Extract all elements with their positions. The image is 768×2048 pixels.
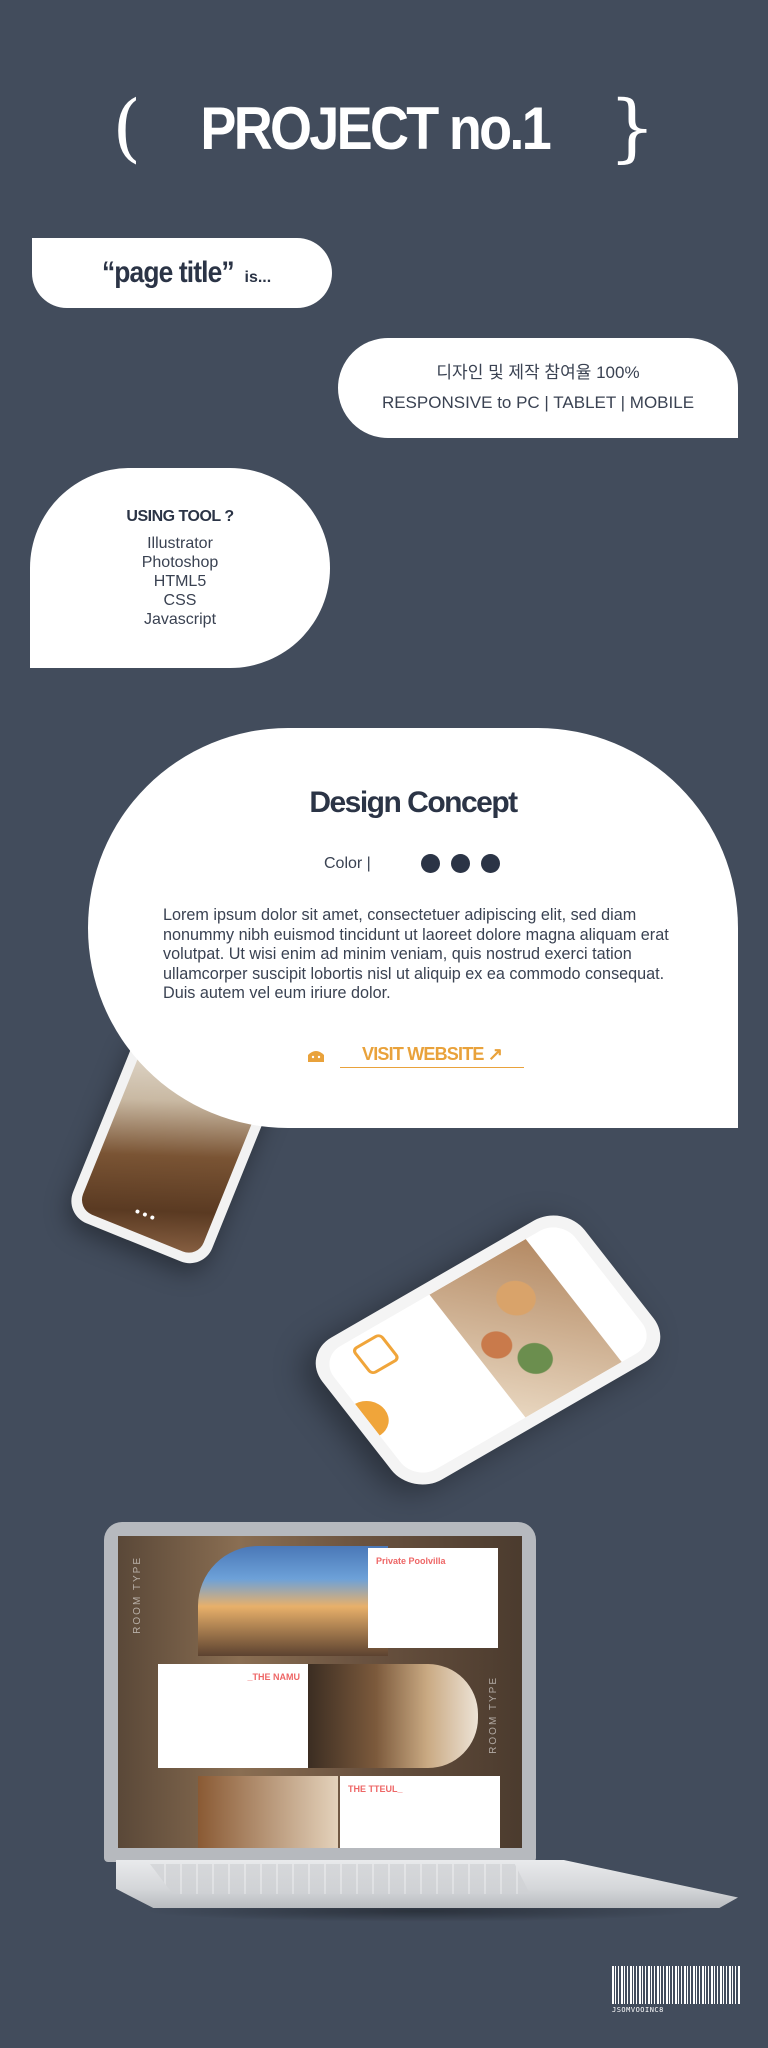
open-brace: ( [112,85,142,171]
room-type-label: ROOM TYPE [132,1556,143,1634]
design-concept-card: Design Concept Color | Lorem ipsum dolor… [88,728,738,1128]
phone-frame [301,1203,675,1497]
tteul-image [198,1776,338,1848]
page-title-suffix: is... [244,269,272,286]
android-icon [308,1051,324,1062]
project-title: ( PROJECT no.1 } [0,88,768,168]
slider-dots [134,1208,155,1221]
concept-description: Lorem ipsum dolor sit amet, consectetuer… [163,906,669,1002]
namu-card: _THE NAMU [158,1664,308,1768]
visit-website-link[interactable]: VISIT WEBSITE ↗ [340,1044,525,1068]
reservation-icon [350,1332,402,1377]
phone-screen-food-site [319,1218,657,1482]
tool-item: CSS [163,591,197,609]
laptop-keyboard [150,1864,530,1894]
visit-website-row: VISIT WEBSITE ↗ [306,1044,525,1068]
color-label: Color | [324,854,371,872]
page-title-label: “page title” [101,256,235,289]
tteul-title: THE TTEUL_ [348,1784,403,1794]
tool-item: Javascript [143,610,217,628]
barcode [612,1966,740,2004]
phone-mockup-2 [301,1160,688,1497]
cloche-icon [355,1393,398,1436]
concept-title: Design Concept [309,786,518,819]
food-image [429,1239,622,1418]
spec-pill: 디자인 및 제작 참여율 100% RESPONSIVE to PC | TAB… [338,338,738,438]
color-palette-row: Color | [324,854,511,873]
tool-item: Photoshop [141,553,219,571]
color-swatch [480,854,500,873]
close-brace: } [608,85,656,171]
color-swatch [420,854,440,873]
color-swatch [450,854,470,873]
poolvilla-card: Private Poolvilla [368,1548,498,1648]
tteul-card: THE TTEUL_ [340,1776,500,1848]
project-title-text: PROJECT no.1 [200,94,552,162]
tool-item: HTML5 [153,572,207,590]
page-title-pill: “page title” is... [32,238,332,308]
poolvilla-image [198,1546,388,1656]
tools-heading: USING TOOL ? [126,507,234,525]
participation-text: 디자인 및 제작 참여율 100% [436,363,640,382]
tools-card: USING TOOL ? Illustrator Photoshop HTML5… [30,468,330,668]
laptop-mockup: Private Poolvilla _THE NAMU THE TTEUL_ R… [104,1522,536,1862]
namu-image [308,1664,478,1768]
poolvilla-title: Private Poolvilla [376,1556,446,1566]
laptop-screen: Private Poolvilla _THE NAMU THE TTEUL_ R… [118,1536,522,1848]
responsive-text: RESPONSIVE to PC | TABLET | MOBILE [381,393,695,412]
tool-item: Illustrator [147,534,213,552]
namu-title: _THE NAMU [247,1672,300,1682]
barcode-number: JSOMVOOINC8 [612,2006,664,2014]
room-type-label: ROOM TYPE [488,1676,499,1754]
